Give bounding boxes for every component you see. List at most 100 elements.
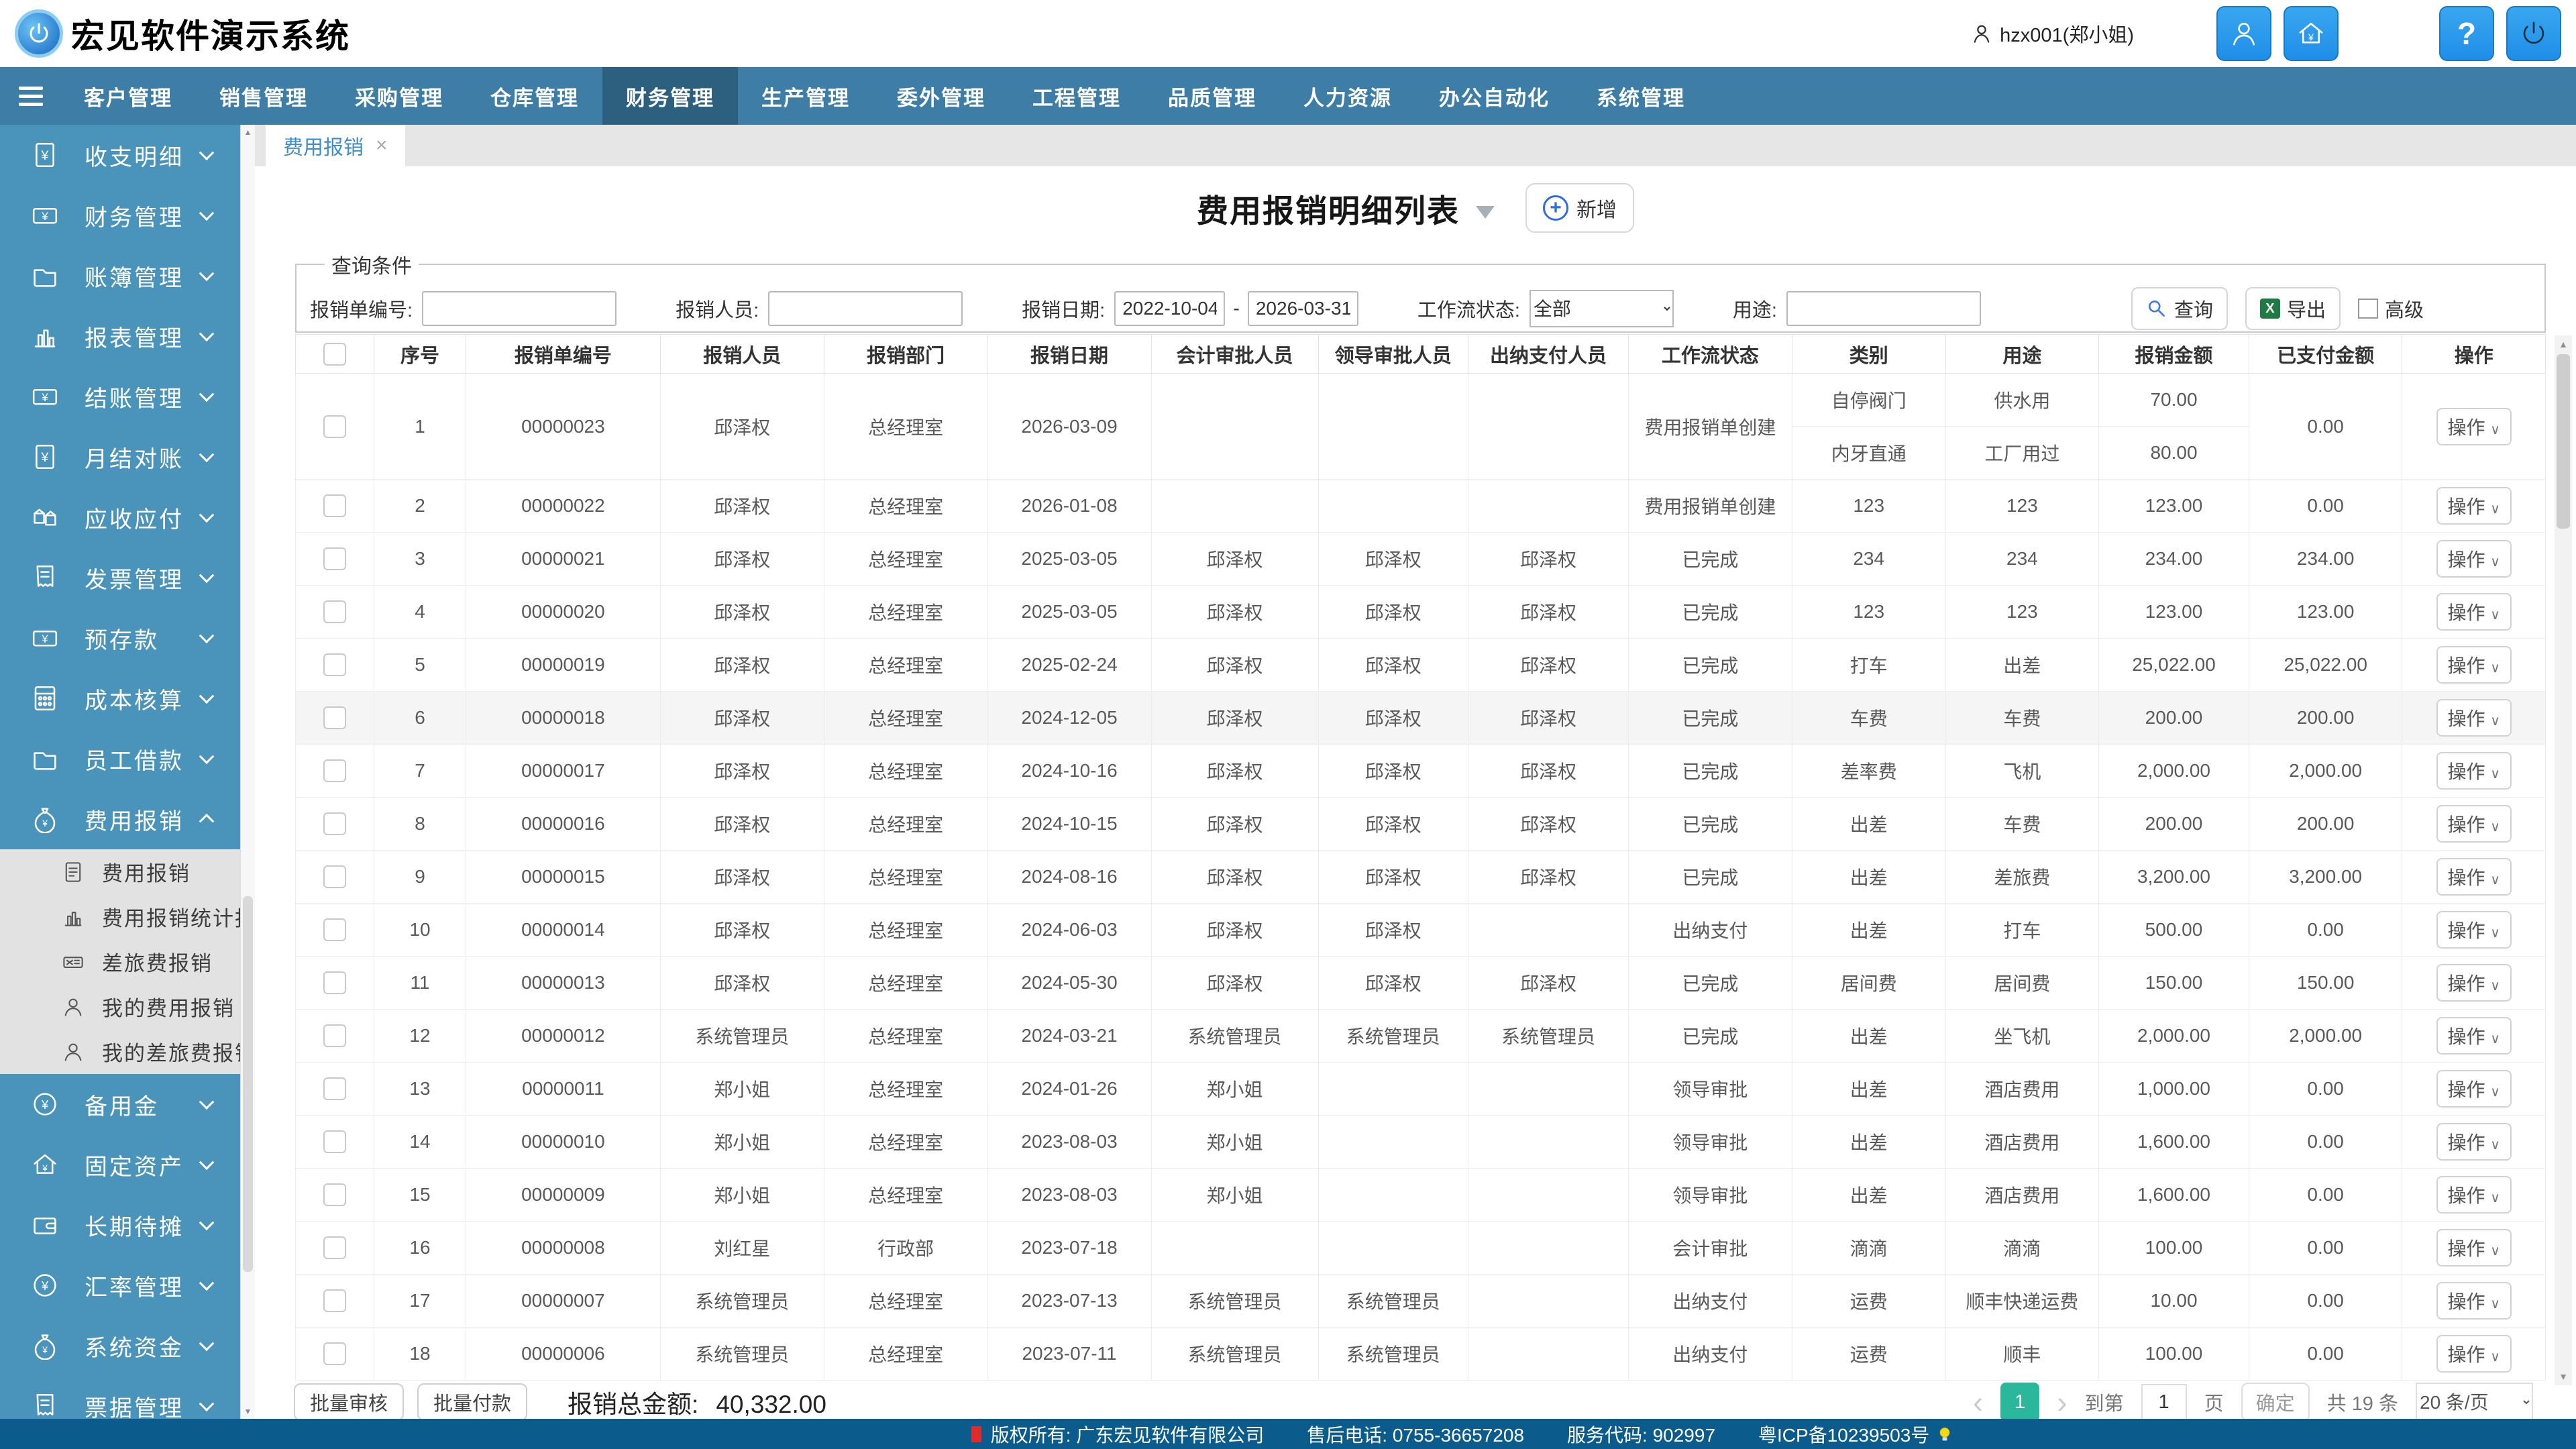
- prev-page-icon[interactable]: ‹: [1973, 1387, 1983, 1417]
- title-caret-icon[interactable]: [1476, 206, 1495, 219]
- row-action-button[interactable]: 操作 ∨: [2436, 1176, 2512, 1214]
- help-icon[interactable]: ?: [2439, 6, 2494, 61]
- sidebar-subitem-3[interactable]: 差旅费报销: [0, 939, 240, 984]
- row-action-button[interactable]: 操作 ∨: [2436, 858, 2512, 896]
- sidebar-item-5[interactable]: ¥结账管理: [0, 366, 240, 427]
- sidebar-item-2[interactable]: ¥财务管理: [0, 185, 240, 246]
- scroll-down-icon[interactable]: ▼: [2555, 1368, 2572, 1385]
- row-checkbox[interactable]: [323, 1024, 346, 1047]
- goto-page-input[interactable]: [2141, 1384, 2187, 1419]
- batch-pay-button[interactable]: 批量付款: [417, 1383, 527, 1419]
- row-action-button[interactable]: 操作 ∨: [2436, 752, 2512, 790]
- nav-item-10[interactable]: 人力资源: [1280, 67, 1415, 125]
- row-checkbox[interactable]: [323, 653, 346, 676]
- row-action-button[interactable]: 操作 ∨: [2436, 487, 2512, 525]
- sidebar-item-11[interactable]: 员工借款: [0, 729, 240, 789]
- sidebar-subitem-2[interactable]: 费用报销统计报表: [0, 894, 240, 939]
- nav-item-1[interactable]: 客户管理: [60, 67, 196, 125]
- row-action-button[interactable]: 操作 ∨: [2436, 593, 2512, 631]
- page-size-select[interactable]: 20 条/页: [2416, 1383, 2533, 1419]
- advanced-checkbox[interactable]: [2358, 299, 2378, 319]
- row-action-button[interactable]: 操作 ∨: [2436, 1282, 2512, 1320]
- sidebar-item-3[interactable]: 账簿管理: [0, 246, 240, 306]
- sidebar-item-15[interactable]: 长期待摊: [0, 1195, 240, 1255]
- row-checkbox[interactable]: [323, 706, 346, 729]
- search-button[interactable]: 查询: [2131, 287, 2228, 330]
- row-checkbox[interactable]: [323, 1342, 346, 1365]
- power-icon[interactable]: [2506, 6, 2561, 61]
- row-checkbox[interactable]: [323, 865, 346, 888]
- row-checkbox[interactable]: [323, 1183, 346, 1206]
- nav-item-12[interactable]: 系统管理: [1573, 67, 1709, 125]
- scroll-up-icon[interactable]: ▲: [2555, 335, 2572, 353]
- sidebar-subitem-4[interactable]: 我的费用报销: [0, 984, 240, 1029]
- row-checkbox[interactable]: [323, 1077, 346, 1100]
- scroll-down-icon[interactable]: ▼: [241, 1404, 255, 1419]
- person-input[interactable]: [768, 291, 963, 326]
- nav-item-5[interactable]: 财务管理: [602, 67, 738, 125]
- sidebar-subitem-1[interactable]: 费用报销: [0, 849, 240, 894]
- support-icon[interactable]: [2216, 6, 2271, 61]
- select-all-checkbox[interactable]: [323, 343, 346, 366]
- next-page-icon[interactable]: ›: [2057, 1387, 2067, 1417]
- nav-item-7[interactable]: 委外管理: [873, 67, 1009, 125]
- row-action-button[interactable]: 操作 ∨: [2436, 964, 2512, 1002]
- date-from-input[interactable]: [1114, 291, 1225, 326]
- sidebar-subitem-5[interactable]: 我的差旅费报销: [0, 1029, 240, 1074]
- usage-input[interactable]: [1786, 291, 1981, 326]
- nav-item-9[interactable]: 品质管理: [1144, 67, 1280, 125]
- sidebar-item-1[interactable]: ¥收支明细: [0, 125, 240, 185]
- row-checkbox[interactable]: [323, 1130, 346, 1153]
- row-action-button[interactable]: 操作 ∨: [2436, 699, 2512, 737]
- row-checkbox[interactable]: [323, 415, 346, 438]
- batch-audit-button[interactable]: 批量审核: [294, 1383, 404, 1419]
- row-action-button[interactable]: 操作 ∨: [2436, 408, 2512, 445]
- scroll-up-icon[interactable]: ▲: [241, 125, 255, 140]
- sidebar-item-18[interactable]: 票据管理: [0, 1376, 240, 1419]
- nav-item-3[interactable]: 采购管理: [331, 67, 467, 125]
- bill-no-input[interactable]: [422, 291, 616, 326]
- row-checkbox[interactable]: [323, 759, 346, 782]
- sidebar-item-4[interactable]: 报表管理: [0, 306, 240, 366]
- nav-item-2[interactable]: 销售管理: [196, 67, 331, 125]
- row-action-button[interactable]: 操作 ∨: [2436, 911, 2512, 949]
- row-action-button[interactable]: 操作 ∨: [2436, 1335, 2512, 1373]
- home-icon[interactable]: ¥: [2284, 6, 2339, 61]
- sidebar-item-16[interactable]: ¥汇率管理: [0, 1255, 240, 1316]
- row-action-button[interactable]: 操作 ∨: [2436, 646, 2512, 684]
- row-checkbox[interactable]: [323, 494, 346, 517]
- row-checkbox[interactable]: [323, 600, 346, 623]
- row-action-button[interactable]: 操作 ∨: [2436, 540, 2512, 578]
- row-checkbox[interactable]: [323, 1236, 346, 1259]
- sidebar-scrollbar[interactable]: ▲ ▼: [240, 125, 255, 1419]
- row-action-button[interactable]: 操作 ∨: [2436, 1017, 2512, 1055]
- row-checkbox[interactable]: [323, 1289, 346, 1312]
- menu-collapse-icon[interactable]: [0, 67, 60, 125]
- sidebar-item-17[interactable]: ¥系统资金: [0, 1316, 240, 1376]
- nav-item-11[interactable]: 办公自动化: [1415, 67, 1573, 125]
- export-button[interactable]: X 导出: [2245, 287, 2341, 330]
- nav-item-6[interactable]: 生产管理: [738, 67, 873, 125]
- row-checkbox[interactable]: [323, 812, 346, 835]
- sidebar-item-13[interactable]: ¥备用金: [0, 1074, 240, 1134]
- sidebar-item-8[interactable]: 发票管理: [0, 547, 240, 608]
- sidebar-item-6[interactable]: ¥月结对账: [0, 427, 240, 487]
- row-action-button[interactable]: 操作 ∨: [2436, 1123, 2512, 1161]
- row-action-button[interactable]: 操作 ∨: [2436, 805, 2512, 843]
- sidebar-item-12[interactable]: ¥费用报销: [0, 789, 240, 849]
- sidebar-item-9[interactable]: ¥预存款: [0, 608, 240, 668]
- date-to-input[interactable]: [1248, 291, 1358, 326]
- sidebar-item-7[interactable]: 应收应付: [0, 487, 240, 547]
- row-checkbox[interactable]: [323, 547, 346, 570]
- scrollbar-thumb[interactable]: [243, 896, 253, 1272]
- advanced-toggle[interactable]: 高级: [2358, 294, 2424, 323]
- page-number-button[interactable]: 1: [2000, 1383, 2039, 1419]
- goto-confirm-button[interactable]: 确定: [2241, 1383, 2310, 1419]
- sidebar-item-14[interactable]: ¥固定资产: [0, 1134, 240, 1195]
- workflow-select[interactable]: 全部: [1529, 290, 1674, 327]
- row-action-button[interactable]: 操作 ∨: [2436, 1229, 2512, 1267]
- row-action-button[interactable]: 操作 ∨: [2436, 1070, 2512, 1108]
- tab-expense-reimburse[interactable]: 费用报销 ×: [266, 125, 405, 166]
- row-checkbox[interactable]: [323, 918, 346, 941]
- add-button[interactable]: + 新增: [1525, 183, 1634, 233]
